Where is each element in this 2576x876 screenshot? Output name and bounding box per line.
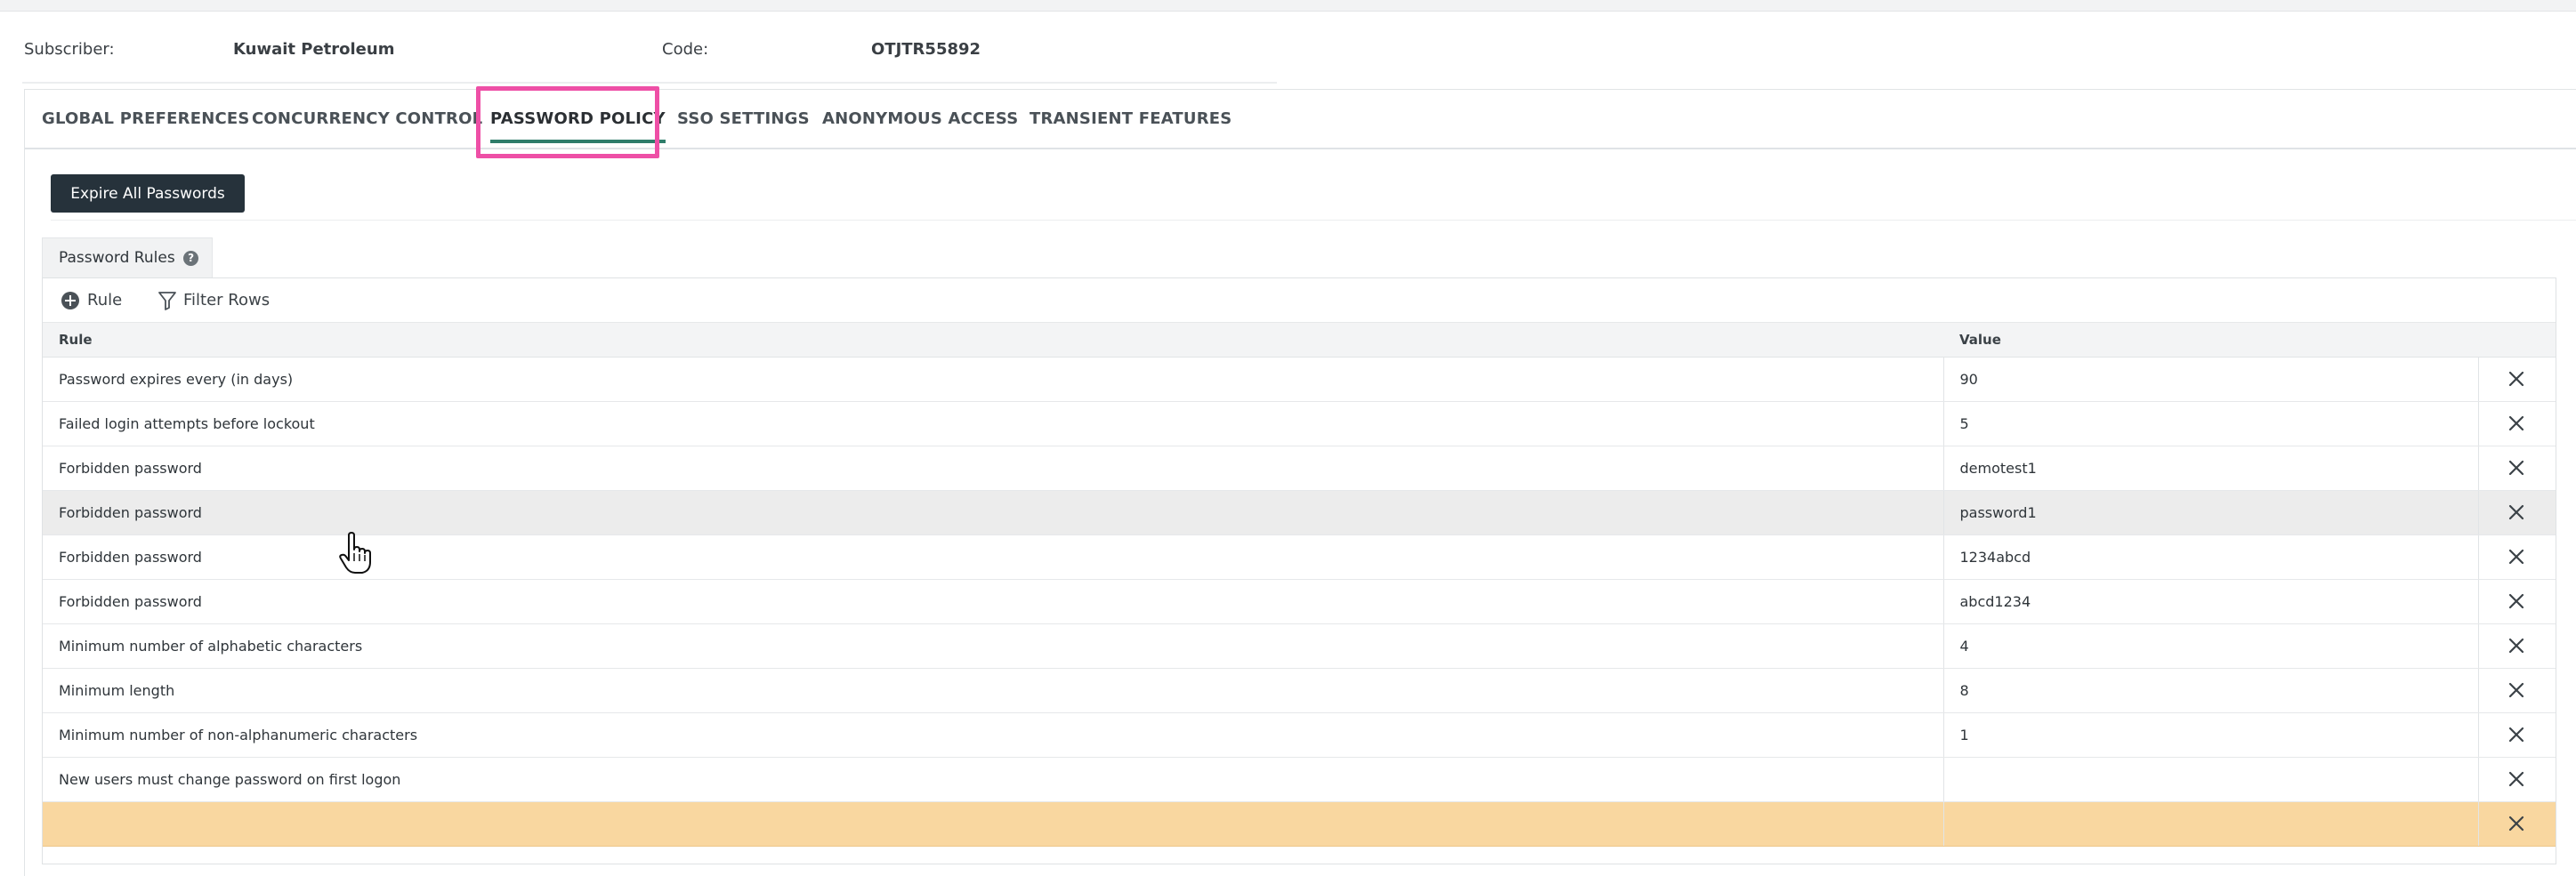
delete-cell xyxy=(2477,490,2556,535)
rule-cell[interactable] xyxy=(43,801,1943,847)
subscriber-info: Subscriber: Kuwait Petroleum Code: OTJTR… xyxy=(0,12,2576,89)
table-row[interactable] xyxy=(43,801,2556,847)
close-icon[interactable] xyxy=(2507,458,2526,478)
add-rule-button[interactable]: Rule xyxy=(61,289,122,312)
filter-rows-button[interactable]: Filter Rows xyxy=(158,289,270,312)
value-cell[interactable]: 90 xyxy=(1942,357,2478,402)
close-icon[interactable] xyxy=(2507,680,2526,700)
code-label: Code: xyxy=(662,40,709,59)
table-row[interactable]: Failed login attempts before lockout 5 xyxy=(43,401,2556,446)
rule-cell[interactable]: Forbidden password xyxy=(43,579,1943,624)
active-tab-indicator xyxy=(490,140,666,143)
password-rules-tab[interactable]: Password Rules ? xyxy=(42,237,213,277)
tab-sso-settings[interactable]: SSO SETTINGS xyxy=(677,90,810,149)
column-header-actions xyxy=(2478,323,2556,358)
top-strip xyxy=(0,0,2576,12)
rule-cell[interactable]: Failed login attempts before lockout xyxy=(43,401,1943,446)
table-row[interactable]: Password expires every (in days) 90 xyxy=(43,357,2556,402)
value-cell[interactable] xyxy=(1942,801,2478,847)
table-row[interactable]: Forbidden password password1 xyxy=(43,490,2556,535)
value-cell[interactable]: 1 xyxy=(1942,712,2478,758)
password-policy-content: Expire All Passwords Password Rules ? Ru… xyxy=(24,149,2576,875)
close-icon[interactable] xyxy=(2507,814,2526,833)
tab-global-preferences[interactable]: GLOBAL PREFERENCES xyxy=(42,90,250,149)
password-rules-panel: Rule Filter Rows Rule Value Password exp… xyxy=(42,277,2556,864)
value-cell[interactable]: 1234abcd xyxy=(1942,534,2478,580)
plus-circle-icon xyxy=(61,292,79,309)
rules-toolbar: Rule Filter Rows xyxy=(43,278,2556,323)
column-header-value[interactable]: Value xyxy=(1943,323,2478,358)
close-icon[interactable] xyxy=(2507,725,2526,744)
delete-cell xyxy=(2477,579,2556,624)
value-cell[interactable]: 8 xyxy=(1942,668,2478,713)
divider xyxy=(22,82,1277,84)
delete-cell xyxy=(2477,357,2556,402)
rule-cell[interactable]: Forbidden password xyxy=(43,446,1943,491)
rule-cell[interactable]: Minimum number of alphabetic characters xyxy=(43,623,1943,669)
close-icon[interactable] xyxy=(2507,502,2526,522)
value-cell[interactable] xyxy=(1942,757,2478,802)
rule-cell[interactable]: Minimum length xyxy=(43,668,1943,713)
code-value: OTJTR55892 xyxy=(871,40,981,59)
rule-cell[interactable]: Password expires every (in days) xyxy=(43,357,1943,402)
delete-cell xyxy=(2477,623,2556,669)
value-cell[interactable]: demotest1 xyxy=(1942,446,2478,491)
tab-bar: GLOBAL PREFERENCES CONCURRENCY CONTROL P… xyxy=(24,89,2576,876)
table-header-row: Rule Value xyxy=(43,323,2556,358)
subscriber-value: Kuwait Petroleum xyxy=(233,40,395,59)
password-rules-title: Password Rules xyxy=(59,249,175,267)
rules-table: Rule Value Password expires every (in da… xyxy=(43,323,2556,847)
rule-cell[interactable]: New users must change password on first … xyxy=(43,757,1943,802)
expire-all-passwords-button[interactable]: Expire All Passwords xyxy=(51,174,245,213)
delete-cell xyxy=(2477,757,2556,802)
rule-cell[interactable]: Minimum number of non-alphanumeric chara… xyxy=(43,712,1943,758)
tab-anonymous-access[interactable]: ANONYMOUS ACCESS xyxy=(822,90,1018,149)
close-icon[interactable] xyxy=(2507,414,2526,433)
table-row[interactable]: Minimum number of alphabetic characters 4 xyxy=(43,623,2556,669)
delete-cell xyxy=(2477,446,2556,491)
table-row[interactable]: New users must change password on first … xyxy=(43,757,2556,802)
divider xyxy=(51,220,2576,221)
delete-cell xyxy=(2477,534,2556,580)
rule-cell[interactable]: Forbidden password xyxy=(43,490,1943,535)
close-icon[interactable] xyxy=(2507,369,2526,389)
table-row[interactable]: Forbidden password demotest1 xyxy=(43,446,2556,491)
table-row[interactable]: Minimum number of non-alphanumeric chara… xyxy=(43,712,2556,758)
table-row[interactable]: Minimum length 8 xyxy=(43,668,2556,713)
rule-cell[interactable]: Forbidden password xyxy=(43,534,1943,580)
add-rule-label: Rule xyxy=(87,291,123,309)
tab-transient-features[interactable]: TRANSIENT FEATURES xyxy=(1030,90,1231,149)
value-cell[interactable]: password1 xyxy=(1942,490,2478,535)
delete-cell xyxy=(2477,401,2556,446)
tab-password-policy[interactable]: PASSWORD POLICY xyxy=(490,90,666,149)
value-cell[interactable]: 5 xyxy=(1942,401,2478,446)
table-row[interactable]: Forbidden password 1234abcd xyxy=(43,534,2556,580)
close-icon[interactable] xyxy=(2507,636,2526,655)
filter-icon xyxy=(158,292,176,310)
close-icon[interactable] xyxy=(2507,547,2526,567)
delete-cell xyxy=(2477,712,2556,758)
table-row[interactable]: Forbidden password abcd1234 xyxy=(43,579,2556,624)
close-icon[interactable] xyxy=(2507,769,2526,789)
close-icon[interactable] xyxy=(2507,591,2526,611)
delete-cell xyxy=(2477,801,2556,847)
value-cell[interactable]: 4 xyxy=(1942,623,2478,669)
question-circle-icon[interactable]: ? xyxy=(183,250,199,266)
column-header-rule[interactable]: Rule xyxy=(43,323,1943,358)
value-cell[interactable]: abcd1234 xyxy=(1942,579,2478,624)
subscriber-label: Subscriber: xyxy=(24,40,115,59)
tab-concurrency-control[interactable]: CONCURRENCY CONTROL xyxy=(252,90,482,149)
delete-cell xyxy=(2477,668,2556,713)
filter-rows-label: Filter Rows xyxy=(183,291,271,309)
